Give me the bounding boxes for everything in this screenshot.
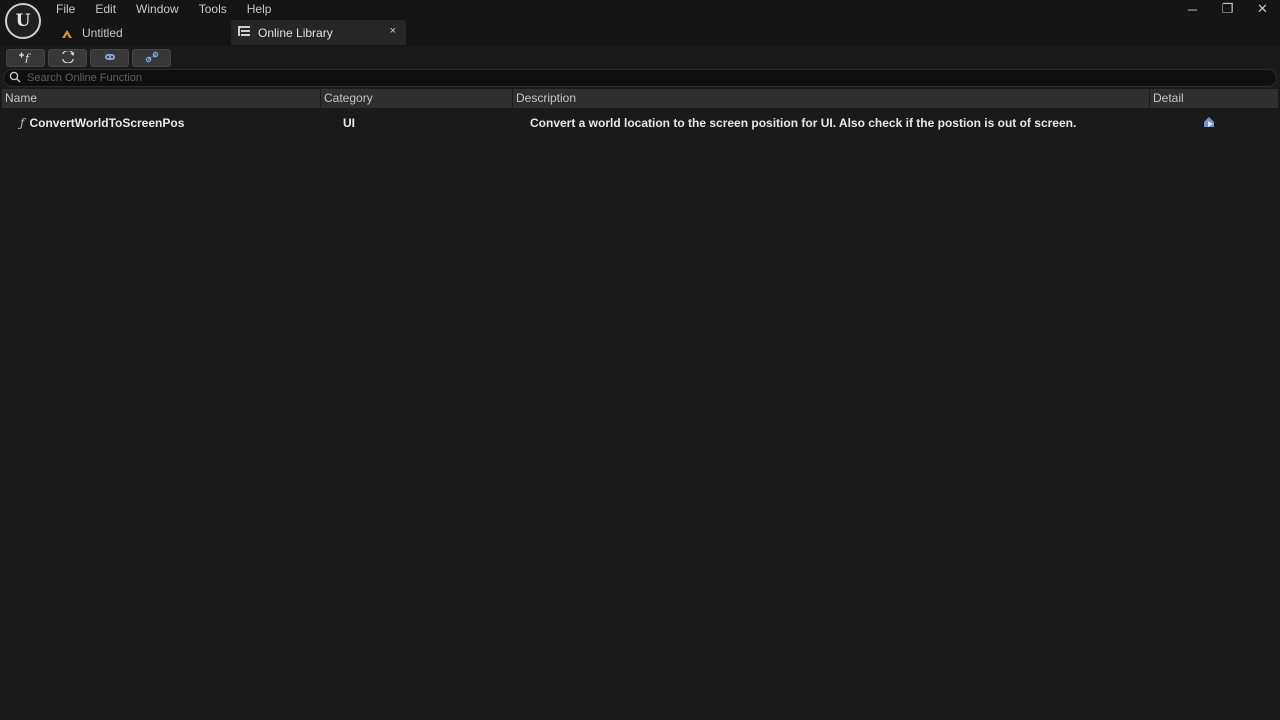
tab-untitled-label: Untitled [82, 26, 123, 40]
menu-tools[interactable]: Tools [199, 1, 227, 17]
ue-project-icon [61, 28, 73, 38]
menu-bar: File Edit Window Tools Help [56, 1, 291, 17]
svg-text:f: f [24, 52, 31, 63]
refresh-button[interactable] [48, 49, 87, 67]
close-window-button[interactable]: ✕ [1245, 0, 1280, 18]
menu-help[interactable]: Help [247, 1, 272, 17]
link-icon [145, 51, 159, 66]
column-header-name[interactable]: Name [2, 89, 321, 108]
table-row[interactable]: ƒ ConvertWorldToScreenPos UI Convert a wo… [2, 114, 1278, 132]
description-cell: Convert a world location to the screen p… [530, 116, 1077, 130]
minimize-button[interactable]: ─ [1175, 0, 1210, 18]
table-header: Name Category Description Detail [2, 89, 1278, 108]
name-cell: ƒ ConvertWorldToScreenPos [2, 114, 321, 132]
close-tab-icon[interactable]: × [390, 25, 396, 37]
tab-online-library[interactable]: Online Library × [231, 20, 406, 45]
detail-cell [1150, 114, 1278, 132]
link-button[interactable] [132, 49, 171, 67]
menu-file[interactable]: File [56, 1, 75, 17]
search-box [3, 69, 1277, 87]
search-input[interactable] [27, 72, 1227, 84]
refresh-icon [61, 49, 75, 66]
category-cell: UI [343, 116, 355, 130]
gamepad-button[interactable] [90, 49, 129, 67]
function-icon: ƒ [20, 116, 25, 130]
toolbar: f [0, 46, 1280, 68]
add-function-icon: f [18, 51, 34, 66]
detail-icon[interactable] [1202, 117, 1216, 132]
unreal-logo[interactable]: U [5, 3, 41, 39]
column-header-detail[interactable]: Detail [1150, 89, 1278, 108]
menu-window[interactable]: Window [136, 1, 179, 17]
column-header-category[interactable]: Category [321, 89, 513, 108]
window-controls: ─ ❐ ✕ [1175, 0, 1280, 18]
gamepad-icon [103, 51, 117, 66]
restore-button[interactable]: ❐ [1210, 0, 1245, 18]
list-icon [238, 25, 250, 40]
search-icon [9, 71, 21, 86]
add-function-button[interactable]: f [6, 49, 45, 67]
tab-online-library-label: Online Library [258, 25, 333, 40]
title-bar: U File Edit Window Tools Help Untitled O… [0, 0, 1280, 46]
function-name: ConvertWorldToScreenPos [29, 116, 185, 130]
menu-edit[interactable]: Edit [95, 1, 116, 17]
column-header-description[interactable]: Description [513, 89, 1150, 108]
tab-untitled[interactable]: Untitled [56, 22, 226, 44]
